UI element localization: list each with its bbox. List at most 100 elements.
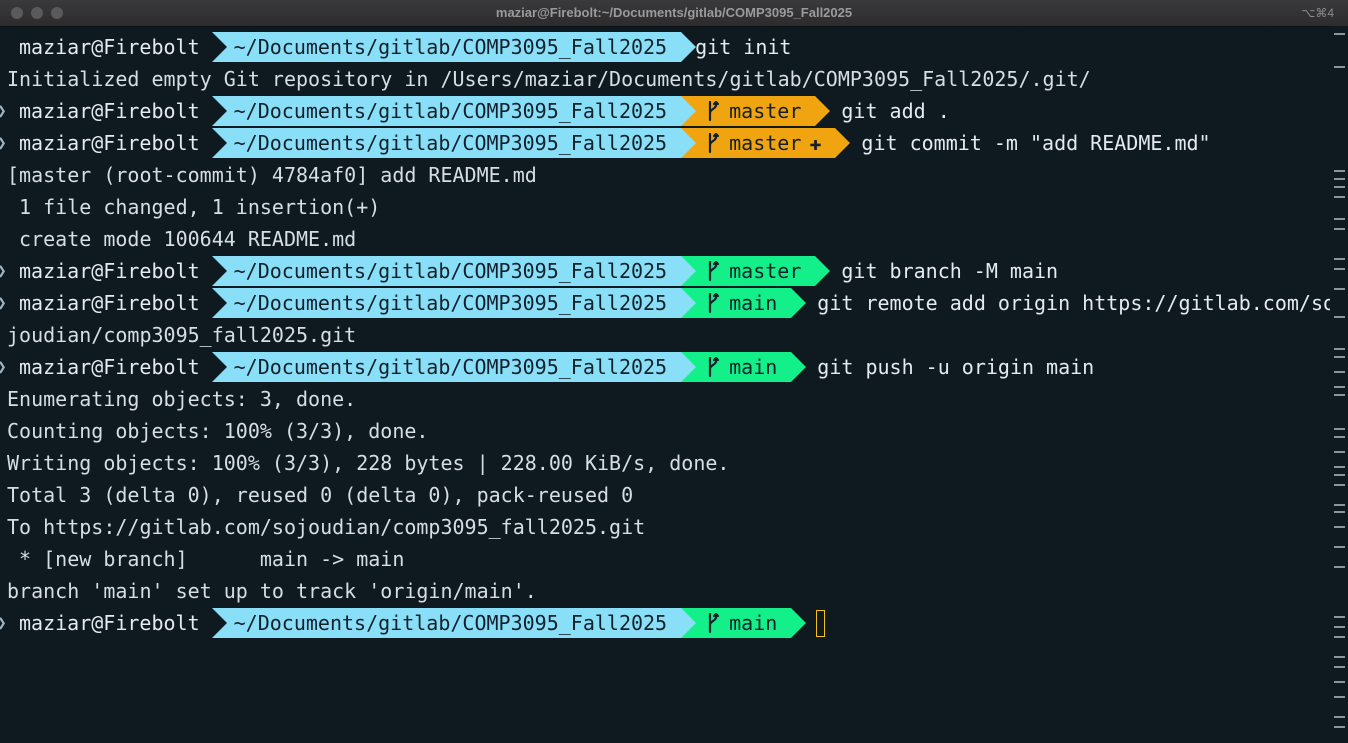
scroll-mark: [1334, 66, 1345, 68]
output-line: To https://gitlab.com/sojoudian/comp3095…: [7, 515, 646, 539]
scroll-mark: [1334, 636, 1345, 638]
scroll-mark: [1334, 666, 1345, 668]
output-line: Counting objects: 100% (3/3), done.: [7, 419, 429, 443]
git-branch-icon: [707, 99, 720, 123]
prompt-git-branch: main: [681, 288, 807, 318]
prompt-directory: ~/Documents/gitlab/COMP3095_Fall2025: [211, 352, 697, 382]
git-branch-name: master: [729, 99, 802, 123]
scroll-mark: [1334, 348, 1345, 350]
prompt-git-branch: main: [681, 352, 807, 382]
output-line: Initialized empty Git repository in /Use…: [7, 67, 1091, 91]
prompt-user: maziar@Firebolt: [19, 355, 200, 379]
prompt-directory: ~/Documents/gitlab/COMP3095_Fall2025: [211, 288, 697, 318]
scroll-mark: [1334, 451, 1345, 453]
command-text: git push -u origin main: [817, 355, 1095, 379]
output-line: * [new branch] main -> main: [7, 547, 405, 571]
output-line: branch 'main' set up to track 'origin/ma…: [7, 579, 537, 603]
scroll-mark: [1334, 356, 1345, 358]
scroll-mark: [1334, 258, 1345, 260]
prompt-user: maziar@Firebolt: [19, 291, 200, 315]
prompt-directory: ~/Documents/gitlab/COMP3095_Fall2025: [211, 32, 697, 62]
prompt-caret-icon: ❯: [0, 287, 7, 319]
scroll-mark: [1334, 626, 1345, 628]
scroll-mark: [1334, 566, 1345, 568]
prompt-caret-icon: ❯: [0, 95, 7, 127]
git-branch-icon: [707, 291, 720, 315]
scrollbar[interactable]: [1330, 26, 1348, 743]
git-branch-name: master: [729, 259, 802, 283]
prompt-caret-icon: ❯: [0, 127, 7, 159]
output-line: 1 file changed, 1 insertion(+): [7, 195, 381, 219]
prompt-user: maziar@Firebolt: [19, 99, 200, 123]
git-branch-name: main: [729, 355, 778, 379]
prompt-directory: ~/Documents/gitlab/COMP3095_Fall2025: [211, 128, 697, 158]
scroll-mark: [1334, 228, 1345, 230]
scroll-mark: [1334, 386, 1345, 388]
scroll-mark: [1334, 656, 1345, 658]
output-line: create mode 100644 README.md: [7, 227, 357, 251]
dirty-plus-icon: ✚: [809, 131, 822, 155]
output-line: [master (root-commit) 4784af0] add READM…: [7, 163, 537, 187]
title-bar: maziar@Firebolt:~/Documents/gitlab/COMP3…: [0, 0, 1348, 27]
scroll-mark: [1334, 371, 1345, 373]
scroll-mark: [1334, 316, 1345, 318]
scroll-mark: [1334, 504, 1345, 506]
scroll-mark: [1334, 178, 1345, 180]
command-text: git commit -m "add README.md": [861, 131, 1211, 155]
prompt-caret-icon: ❯: [0, 351, 7, 383]
prompt-git-branch: master: [681, 96, 831, 126]
terminal-output[interactable]: maziar@Firebolt ~/Documents/gitlab/COMP30…: [0, 31, 1335, 639]
scroll-mark: [1334, 696, 1345, 698]
window-title: maziar@Firebolt:~/Documents/gitlab/COMP3…: [495, 5, 853, 20]
command-text: git remote add origin https://gitlab.com…: [817, 291, 1336, 315]
prompt-user: maziar@Firebolt: [19, 611, 200, 635]
scroll-mark: [1334, 288, 1345, 290]
scroll-mark: [1334, 394, 1345, 396]
git-branch-name: main: [729, 611, 778, 635]
prompt-git-branch: master: [681, 256, 831, 286]
prompt-git-branch: main: [681, 608, 807, 638]
prompt-line: ❯ maziar@Firebolt ~/Documents/gitlab/COMP3…: [0, 127, 1330, 159]
scroll-mark: [1334, 726, 1345, 728]
scroll-mark: [1334, 546, 1345, 548]
prompt-user: maziar@Firebolt: [19, 35, 200, 59]
terminal-window: maziar@Firebolt:~/Documents/gitlab/COMP3…: [0, 0, 1348, 743]
prompt-user: maziar@Firebolt: [19, 131, 200, 155]
prompt-directory: ~/Documents/gitlab/COMP3095_Fall2025: [211, 96, 697, 126]
prompt-caret-icon: ❯: [0, 607, 7, 639]
git-branch-name: main: [729, 291, 778, 315]
scroll-mark: [1334, 484, 1345, 486]
tab-shortcut: ⌥⌘4: [1301, 6, 1334, 20]
prompt-caret-icon: ❯: [0, 255, 7, 287]
git-branch-icon: [707, 131, 720, 155]
prompt-line: maziar@Firebolt ~/Documents/gitlab/COMP30…: [0, 31, 1330, 63]
scroll-mark: [1334, 428, 1345, 430]
prompt-line: ❯ maziar@Firebolt ~/Documents/gitlab/COMP3…: [0, 95, 1330, 127]
git-branch-name: master: [729, 131, 802, 155]
scroll-mark: [1334, 218, 1345, 220]
output-line: Total 3 (delta 0), reused 0 (delta 0), p…: [7, 483, 634, 507]
prompt-git-branch: master ✚: [681, 128, 851, 158]
git-branch-icon: [707, 355, 720, 379]
prompt-line: ❯ maziar@Firebolt ~/Documents/gitlab/COMP3…: [0, 607, 1330, 639]
scroll-mark: [1334, 526, 1345, 528]
scroll-mark: [1334, 681, 1345, 683]
command-text: git branch -M main: [841, 259, 1059, 283]
prompt-user: maziar@Firebolt: [19, 259, 200, 283]
prompt-directory: ~/Documents/gitlab/COMP3095_Fall2025: [211, 256, 697, 286]
scroll-mark: [1334, 33, 1345, 35]
scroll-mark: [1334, 196, 1345, 198]
text-cursor: [816, 609, 826, 637]
output-line: Enumerating objects: 3, done.: [7, 387, 357, 411]
output-line: Writing objects: 100% (3/3), 228 bytes |…: [7, 451, 730, 475]
prompt-line: ❯ maziar@Firebolt ~/Documents/gitlab/COMP3…: [0, 287, 1335, 319]
prompt-line: ❯ maziar@Firebolt ~/Documents/gitlab/COMP3…: [0, 255, 1330, 287]
prompt-directory: ~/Documents/gitlab/COMP3095_Fall2025: [211, 608, 697, 638]
command-text: git add .: [841, 99, 950, 123]
git-branch-icon: [707, 259, 720, 283]
scroll-mark: [1334, 170, 1345, 172]
scroll-mark: [1334, 616, 1345, 618]
scroll-mark: [1334, 268, 1345, 270]
scroll-mark: [1334, 716, 1345, 718]
git-branch-icon: [707, 611, 720, 635]
